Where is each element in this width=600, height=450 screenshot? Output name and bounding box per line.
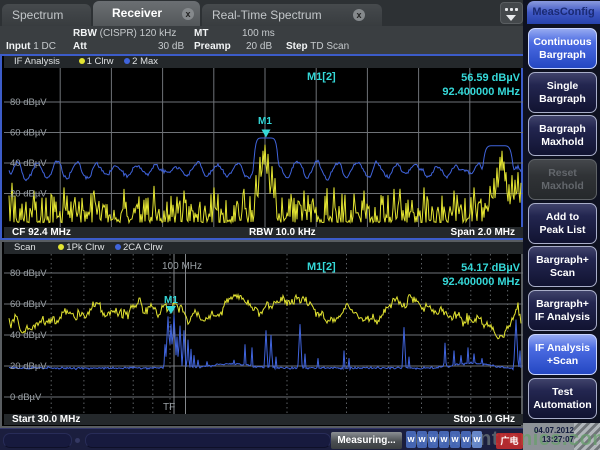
svg-text:54.17 dBµV: 54.17 dBµV bbox=[461, 262, 521, 274]
svg-text:60 dBµV: 60 dBµV bbox=[10, 128, 47, 139]
svg-text:M1: M1 bbox=[164, 295, 178, 306]
svg-text:0 dBµV: 0 dBµV bbox=[10, 392, 42, 403]
svg-text:56.59 dBµV: 56.59 dBµV bbox=[461, 72, 521, 84]
svg-text:M1[2]: M1[2] bbox=[307, 261, 336, 273]
svg-text:M1: M1 bbox=[258, 116, 272, 127]
svg-text:100 MHz: 100 MHz bbox=[162, 261, 202, 272]
svg-text:TF: TF bbox=[163, 402, 175, 413]
svg-text:20 dBµV: 20 dBµV bbox=[10, 361, 47, 372]
svg-text:92.400000 MHz: 92.400000 MHz bbox=[442, 86, 520, 98]
svg-text:40 dBµV: 40 dBµV bbox=[10, 330, 47, 341]
svg-text:92.400000 MHz: 92.400000 MHz bbox=[442, 276, 520, 288]
svg-text:20 dBµV: 20 dBµV bbox=[10, 189, 47, 200]
svg-text:80 dBµV: 80 dBµV bbox=[10, 97, 47, 108]
svg-text:60 dBµV: 60 dBµV bbox=[10, 299, 47, 310]
svg-text:40 dBµV: 40 dBµV bbox=[10, 158, 47, 169]
svg-text:80 dBµV: 80 dBµV bbox=[10, 268, 47, 279]
svg-text:M1[2]: M1[2] bbox=[307, 71, 336, 83]
